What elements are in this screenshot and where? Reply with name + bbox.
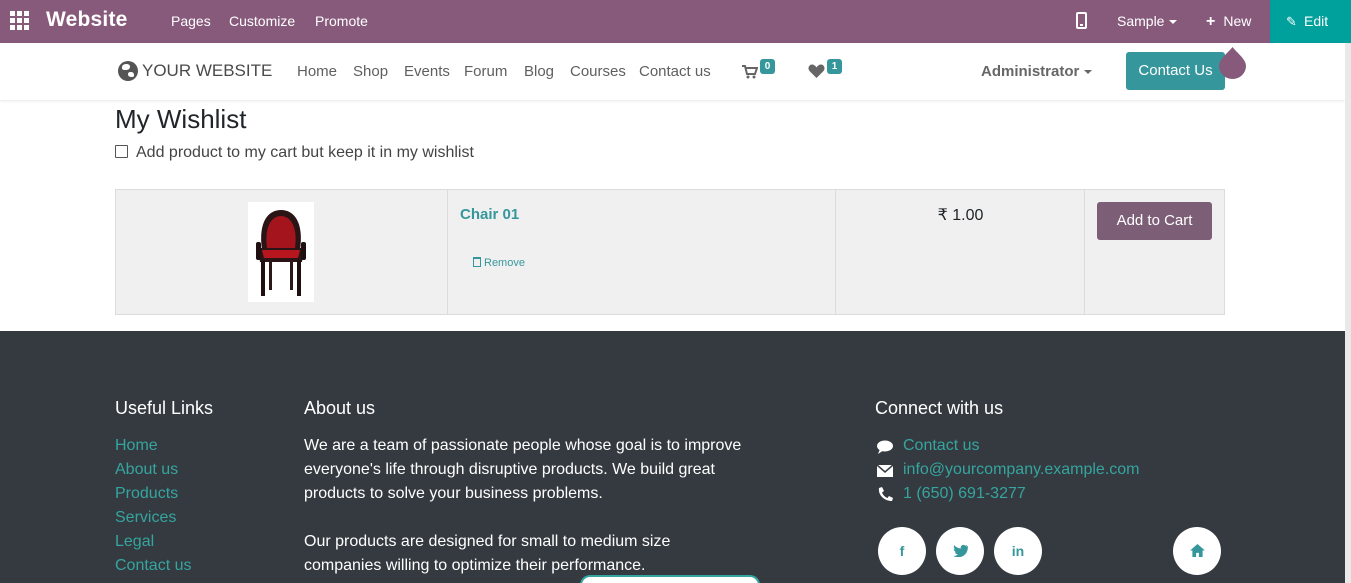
logo-text: YOUR WEBSITE <box>142 61 273 80</box>
chat-icon <box>877 440 893 454</box>
nav-forum[interactable]: Forum <box>464 63 507 80</box>
remove-link[interactable]: Remove <box>473 257 525 269</box>
linkedin-icon[interactable]: in <box>994 527 1042 575</box>
cart-icon[interactable] <box>742 65 758 79</box>
product-price: ₹ 1.00 <box>937 207 984 224</box>
about-text-line: everyone's life through disruptive produ… <box>304 461 715 478</box>
twitter-bird-icon <box>952 544 968 558</box>
heart-icon[interactable] <box>808 64 825 79</box>
plus-icon: + <box>1206 13 1216 30</box>
add-to-cart-button[interactable]: Add to Cart <box>1097 202 1212 240</box>
sample-label: Sample <box>1117 13 1165 29</box>
mobile-preview-icon[interactable] <box>1076 12 1087 29</box>
caret-down-icon <box>1084 70 1093 75</box>
page-title: My Wishlist <box>115 104 247 134</box>
bottom-popup-tab[interactable] <box>580 575 760 583</box>
twitter-icon[interactable] <box>936 527 984 575</box>
about-text-line: products to solve your business problems… <box>304 485 603 502</box>
chair-image <box>256 210 306 296</box>
about-text-line: Our products are designed for small to m… <box>304 533 671 550</box>
footer: Useful Links Home About us Products Serv… <box>0 331 1345 583</box>
caret-down-icon <box>1169 20 1178 25</box>
about-title: About us <box>304 398 376 418</box>
product-name-link[interactable]: Chair 01 <box>460 206 519 223</box>
globe-icon <box>118 61 138 81</box>
trash-icon <box>473 257 481 267</box>
footer-link-services[interactable]: Services <box>115 509 176 527</box>
nav-events[interactable]: Events <box>404 63 450 80</box>
menu-promote[interactable]: Promote <box>315 13 368 29</box>
connect-contact-link[interactable]: Contact us <box>903 437 979 455</box>
footer-link-legal[interactable]: Legal <box>115 533 154 551</box>
app-title[interactable]: Website <box>46 8 128 32</box>
keep-in-wishlist-checkbox[interactable] <box>115 145 128 158</box>
admin-bar: Website Pages Customize Promote Sample +… <box>0 0 1351 43</box>
nav-home[interactable]: Home <box>297 63 337 80</box>
footer-link-contact[interactable]: Contact us <box>115 557 191 575</box>
useful-links-title: Useful Links <box>115 398 214 418</box>
sample-dropdown[interactable]: Sample <box>1117 13 1178 29</box>
facebook-icon[interactable]: f <box>878 527 926 575</box>
product-image[interactable] <box>248 202 314 302</box>
pencil-icon: ✎ <box>1286 14 1297 29</box>
keep-in-wishlist-label[interactable]: Add product to my cart but keep it in my… <box>136 144 474 162</box>
menu-customize[interactable]: Customize <box>229 13 295 29</box>
wishlist-count-badge: 1 <box>827 59 842 74</box>
nav-courses[interactable]: Courses <box>570 63 626 80</box>
menu-pages[interactable]: Pages <box>171 13 211 29</box>
contact-us-button[interactable]: Contact Us <box>1126 52 1225 90</box>
user-menu[interactable]: Administrator <box>981 63 1093 80</box>
phone-link[interactable]: 1 (650) 691-3277 <box>903 485 1026 503</box>
edit-button[interactable]: ✎ Edit <box>1270 0 1351 43</box>
apps-grid-icon[interactable] <box>10 11 30 31</box>
about-text-line: We are a team of passionate people whose… <box>304 437 742 454</box>
edit-label: Edit <box>1304 13 1329 29</box>
nav-shop[interactable]: Shop <box>353 63 388 80</box>
footer-link-about[interactable]: About us <box>115 461 178 479</box>
email-link[interactable]: info@yourcompany.example.com <box>903 461 1140 479</box>
nav-contact-us[interactable]: Contact us <box>639 63 711 80</box>
wishlist-table: Chair 01 Remove ₹ 1.00 Add to Cart <box>115 189 1225 315</box>
site-header: YOUR WEBSITE Home Shop Events Forum Blog… <box>0 43 1345 100</box>
user-name: Administrator <box>981 63 1080 80</box>
cart-count-badge: 0 <box>760 59 775 74</box>
footer-link-home[interactable]: Home <box>115 437 158 455</box>
scrollbar[interactable] <box>1345 43 1351 583</box>
drop-handle-icon[interactable] <box>1219 47 1246 79</box>
footer-link-products[interactable]: Products <box>115 485 178 503</box>
remove-label: Remove <box>484 257 525 269</box>
new-label: New <box>1223 13 1252 29</box>
new-button[interactable]: + New <box>1206 13 1252 30</box>
phone-icon <box>878 487 893 501</box>
envelope-icon <box>877 464 893 477</box>
connect-title: Connect with us <box>875 398 1004 418</box>
home-icon[interactable] <box>1173 527 1221 575</box>
house-icon <box>1189 544 1205 557</box>
nav-blog[interactable]: Blog <box>524 63 554 80</box>
